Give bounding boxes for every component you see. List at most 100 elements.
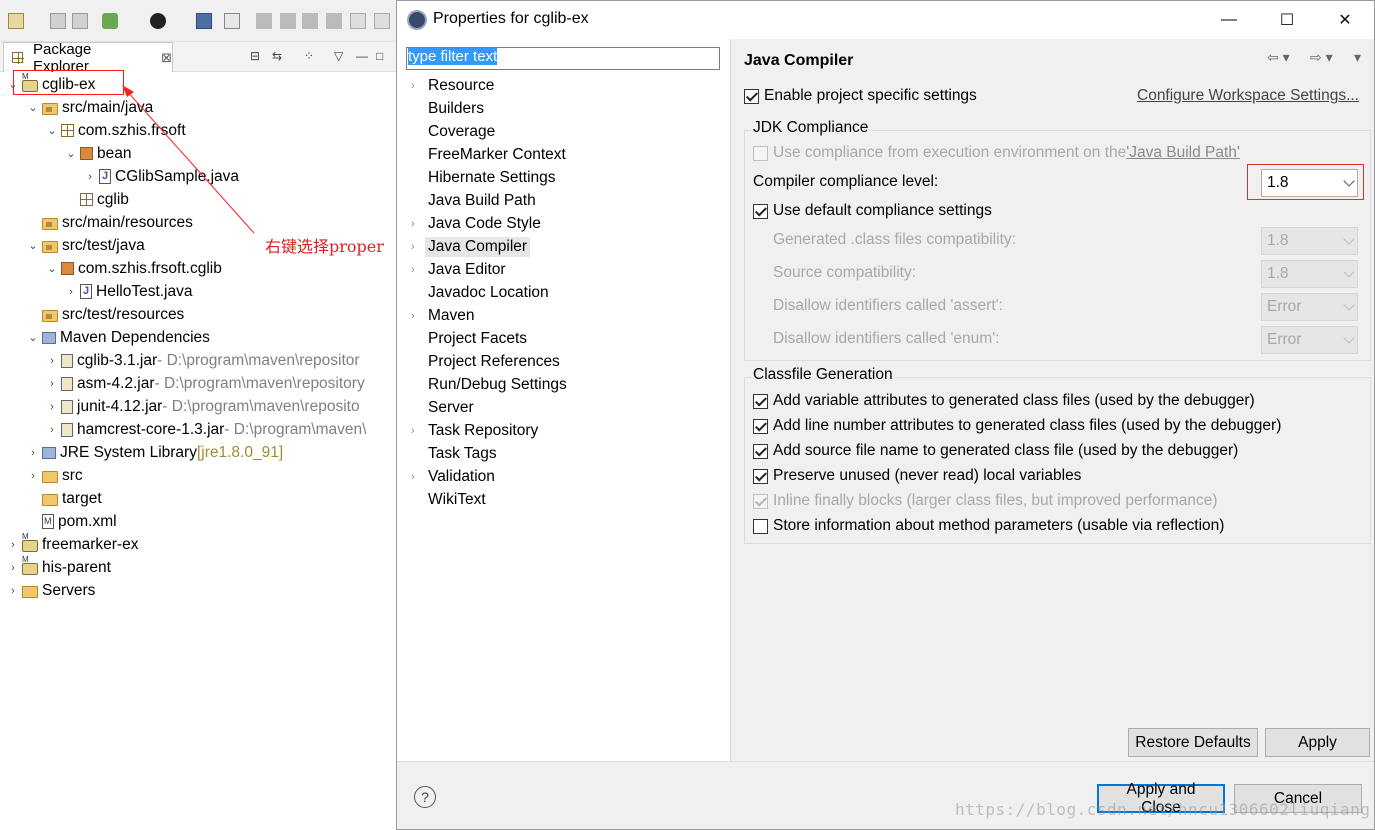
expand-icon[interactable]: › bbox=[6, 585, 20, 597]
tree-item-folder-target[interactable]: target bbox=[26, 487, 102, 510]
view-menu-icon[interactable]: ▾ bbox=[1354, 49, 1361, 66]
collapse-icon[interactable]: ⌄ bbox=[45, 262, 59, 275]
nav-item-task-repository[interactable]: › Task Repository bbox=[411, 420, 538, 442]
tree-item-jar[interactable]: › junit-4.12.jar - D:\program\maven\repo… bbox=[45, 395, 359, 418]
apply-button[interactable]: Apply bbox=[1265, 728, 1370, 757]
link-with-editor-icon[interactable]: ⇆ bbox=[272, 49, 282, 63]
configure-workspace-link[interactable]: Configure Workspace Settings... bbox=[1137, 87, 1359, 105]
help-icon[interactable]: ? bbox=[414, 786, 436, 808]
expand-icon[interactable]: › bbox=[26, 447, 40, 459]
use-default-compliance-checkbox[interactable] bbox=[753, 203, 768, 219]
tree-item-project[interactable]: › his-parent bbox=[6, 555, 111, 579]
expand-icon[interactable]: › bbox=[6, 539, 20, 551]
console-icon[interactable] bbox=[196, 13, 212, 29]
classfile-option-row[interactable]: Store information about method parameter… bbox=[753, 517, 1224, 535]
nav-item-java-build-path[interactable]: Java Build Path bbox=[411, 190, 536, 212]
close-tab-icon[interactable]: ⊠ bbox=[161, 50, 172, 66]
classfile-option-row[interactable]: Add line number attributes to generated … bbox=[753, 417, 1281, 435]
nav-item-task-tags[interactable]: Task Tags bbox=[411, 443, 497, 465]
nav-item-builders[interactable]: Builders bbox=[411, 98, 484, 120]
terminate-icon[interactable] bbox=[302, 13, 318, 29]
minimize-view-icon[interactable]: — bbox=[356, 49, 368, 63]
nav-item-hibernate-settings[interactable]: Hibernate Settings bbox=[411, 167, 556, 189]
nav-item-coverage[interactable]: Coverage bbox=[411, 121, 495, 143]
tree-item-src-main-java[interactable]: ⌄ src/main/java bbox=[26, 96, 153, 119]
maximize-button[interactable]: ☐ bbox=[1258, 1, 1316, 39]
tab-package-explorer[interactable]: Package Explorer ⊠ bbox=[3, 41, 173, 75]
tree-item-jre-library[interactable]: › JRE System Library [jre1.8.0_91] bbox=[26, 441, 283, 464]
classfile-option-row[interactable]: Add source file name to generated class … bbox=[753, 442, 1238, 460]
save-all-icon[interactable] bbox=[72, 13, 88, 29]
nav-item-wikitext[interactable]: WikiText bbox=[411, 489, 486, 511]
collapse-icon[interactable]: ⌄ bbox=[45, 124, 59, 137]
tree-item-package[interactable]: ⌄ com.szhis.frsoft bbox=[45, 119, 185, 142]
nav-item-project-facets[interactable]: Project Facets bbox=[411, 328, 527, 350]
expand-icon[interactable]: › bbox=[45, 424, 59, 436]
maximize-view-icon[interactable]: □ bbox=[376, 49, 383, 63]
nav-item-validation[interactable]: › Validation bbox=[411, 466, 495, 488]
restore-defaults-button[interactable]: Restore Defaults bbox=[1128, 728, 1258, 757]
resume-icon[interactable] bbox=[256, 13, 272, 29]
tree-item-jar[interactable]: › asm-4.2.jar - D:\program\maven\reposit… bbox=[45, 372, 365, 395]
expand-icon[interactable]: › bbox=[6, 562, 20, 574]
expand-icon[interactable]: › bbox=[411, 425, 428, 437]
classfile-option-row[interactable]: Add variable attributes to generated cla… bbox=[753, 392, 1255, 410]
collapse-icon[interactable]: ⌄ bbox=[64, 147, 78, 160]
build-icon[interactable] bbox=[102, 13, 118, 29]
expand-icon[interactable]: › bbox=[411, 471, 428, 483]
close-button[interactable]: ✕ bbox=[1316, 1, 1374, 39]
use-default-compliance-row[interactable]: Use default compliance settings bbox=[753, 202, 992, 220]
nav-item-maven[interactable]: › Maven bbox=[411, 305, 475, 327]
tree-item-package-cglib[interactable]: cglib bbox=[64, 188, 129, 211]
expand-icon[interactable]: › bbox=[64, 286, 78, 298]
enable-project-specific-row[interactable]: Enable project specific settings bbox=[744, 87, 977, 105]
tree-item-src-test-resources[interactable]: src/test/resources bbox=[26, 303, 184, 326]
filter-input[interactable]: type filter text bbox=[406, 47, 720, 70]
disconnect-icon[interactable] bbox=[326, 13, 342, 29]
classfile-option-row[interactable]: Preserve unused (never read) local varia… bbox=[753, 467, 1081, 485]
nav-item-javadoc-location[interactable]: Javadoc Location bbox=[411, 282, 549, 304]
expand-icon[interactable]: › bbox=[26, 470, 40, 482]
debug-icon[interactable] bbox=[150, 13, 166, 29]
expand-icon[interactable]: › bbox=[83, 171, 97, 183]
tree-item-maven-dependencies[interactable]: ⌄ Maven Dependencies bbox=[26, 326, 210, 349]
tree-item-src-test-java[interactable]: ⌄ src/test/java bbox=[26, 234, 144, 257]
option-checkbox[interactable] bbox=[753, 443, 768, 459]
view-menu-icon[interactable]: ▽ bbox=[334, 49, 343, 63]
nav-item-run-debug-settings[interactable]: Run/Debug Settings bbox=[411, 374, 567, 396]
nav-item-freemarker-context[interactable]: FreeMarker Context bbox=[411, 144, 566, 166]
back-icon[interactable]: ⇦ ▾ bbox=[1267, 49, 1290, 66]
expand-icon[interactable]: › bbox=[45, 378, 59, 390]
option-checkbox[interactable] bbox=[753, 418, 768, 434]
tree-item-package-bean[interactable]: ⌄ bean bbox=[64, 142, 131, 165]
tree-item-src-main-resources[interactable]: src/main/resources bbox=[26, 211, 193, 234]
tree-item-pom[interactable]: pom.xml bbox=[26, 510, 117, 533]
tree-item-java-file[interactable]: › CGlibSample.java bbox=[83, 165, 239, 188]
minimize-button[interactable]: — bbox=[1200, 1, 1258, 39]
tree-item-jar[interactable]: › cglib-3.1.jar - D:\program\maven\repos… bbox=[45, 349, 359, 372]
option-checkbox[interactable] bbox=[753, 518, 768, 534]
collapse-icon[interactable]: ⌄ bbox=[26, 239, 40, 252]
nav-item-java-compiler[interactable]: › Java Compiler bbox=[411, 236, 531, 258]
collapse-all-icon[interactable]: ⊟ bbox=[250, 49, 260, 63]
enable-project-specific-checkbox[interactable] bbox=[744, 88, 759, 104]
step-over-icon[interactable] bbox=[374, 13, 390, 29]
skip-breakpoints-icon[interactable] bbox=[224, 13, 240, 29]
tree-item-project[interactable]: › freemarker-ex bbox=[6, 532, 138, 556]
expand-icon[interactable]: › bbox=[411, 310, 428, 322]
save-icon[interactable] bbox=[50, 13, 66, 29]
collapse-icon[interactable]: ⌄ bbox=[26, 331, 40, 344]
option-checkbox[interactable] bbox=[753, 393, 768, 409]
expand-icon[interactable]: › bbox=[411, 264, 428, 276]
tree-item-package-test[interactable]: ⌄ com.szhis.frsoft.cglib bbox=[45, 257, 221, 280]
nav-item-java-code-style[interactable]: › Java Code Style bbox=[411, 213, 541, 235]
forward-icon[interactable]: ⇨ ▾ bbox=[1310, 49, 1333, 66]
collapse-icon[interactable]: ⌄ bbox=[26, 101, 40, 114]
expand-icon[interactable]: › bbox=[411, 218, 428, 230]
step-into-icon[interactable] bbox=[350, 13, 366, 29]
expand-icon[interactable]: › bbox=[45, 355, 59, 367]
suspend-icon[interactable] bbox=[280, 13, 296, 29]
option-checkbox[interactable] bbox=[753, 468, 768, 484]
nav-item-java-editor[interactable]: › Java Editor bbox=[411, 259, 506, 281]
tree-item-servers[interactable]: › Servers bbox=[6, 579, 95, 602]
